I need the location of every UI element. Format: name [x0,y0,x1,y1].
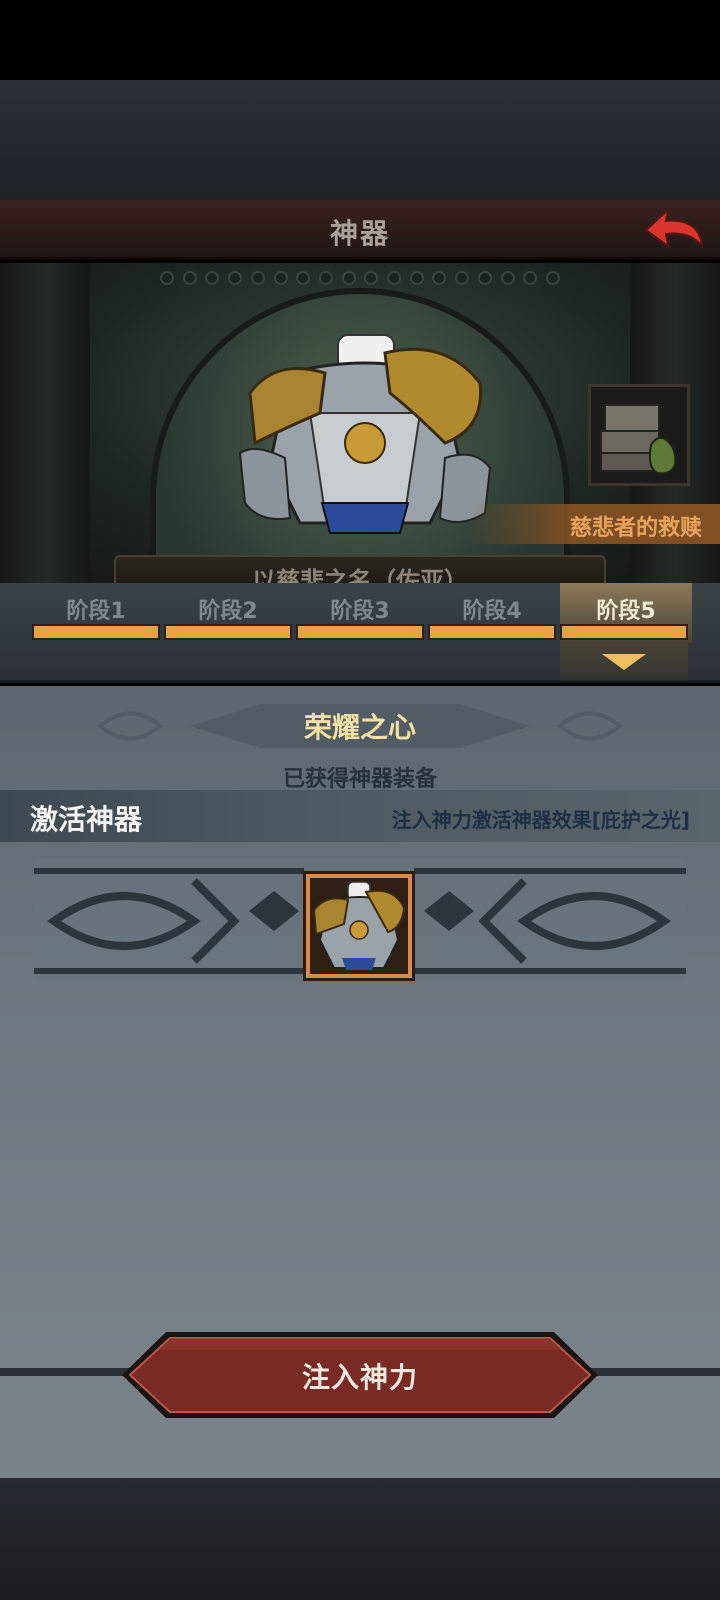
inject-power-label: 注入神力 [301,1361,418,1394]
armor-illustration [238,334,492,534]
artifact-status: 已获得神器装备 [282,767,437,792]
top-background [0,80,720,200]
title-bar: 神器 [0,200,720,260]
stage-progress-4 [428,624,556,640]
artifact-name: 慈悲者的救赎 [569,516,702,541]
pillar-left [0,263,90,583]
inject-power-button[interactable]: 注入神力 [120,1330,600,1420]
activate-description: 注入神力激活神器效果[庇护之光] [391,808,690,832]
stage-label: 阶段5 [596,599,656,624]
armor-thumbnail-icon [312,881,406,970]
stage-progress-1 [32,624,160,640]
artifact-title: 荣耀之心 [303,711,416,744]
stage-progress-5 [560,624,688,640]
stage-label: 阶段1 [66,599,126,624]
stage-label: 阶段3 [330,599,390,624]
treasure-chest-icon [600,404,677,475]
status-area [0,0,720,80]
back-arrow-icon [644,207,704,250]
caret-down-icon [602,654,646,670]
activate-row: 激活神器 注入神力激活神器效果[庇护之光] [0,790,720,842]
activate-label: 激活神器 [30,803,143,836]
stage-label: 阶段4 [462,599,522,624]
artifact-name-tag: 慈悲者的救赎 [470,504,720,544]
artifact-equipment-slot[interactable] [306,874,412,978]
decorative-beads [160,271,560,287]
stage-progress-2 [164,624,292,640]
back-button[interactable] [642,204,706,254]
bottom-background [0,1478,720,1600]
treasure-chest-button[interactable] [588,384,690,486]
active-stage-indicator [560,641,688,681]
stage-progress-3 [296,624,424,640]
page-title: 神器 [329,217,390,250]
stage-label: 阶段2 [198,599,258,624]
